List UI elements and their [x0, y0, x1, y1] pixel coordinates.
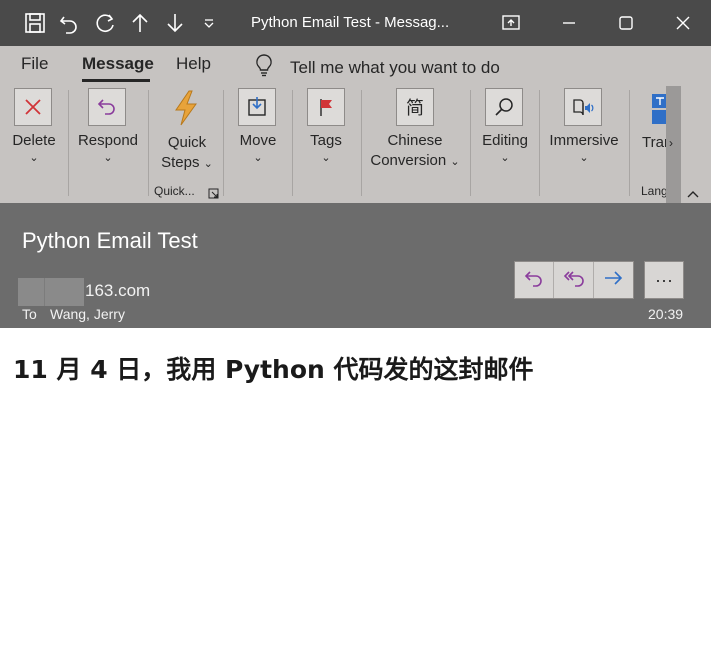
collapse-ribbon-icon[interactable]: [686, 186, 700, 204]
delete-label: Delete: [12, 132, 56, 149]
translate-label: Tran: [642, 134, 666, 151]
arrow-down-icon[interactable]: [162, 0, 188, 46]
lang-group-label: Lang: [641, 184, 668, 198]
search-icon: [485, 88, 523, 126]
chinese-conversion-label-2: Conversion: [370, 152, 447, 169]
respond-icon: [88, 88, 126, 126]
respond-label: Respond: [77, 132, 139, 149]
reply-icon: [523, 268, 545, 293]
window-title: Python Email Test - Messag...: [251, 14, 450, 31]
immersive-label: Immersive: [549, 132, 619, 149]
immersive-reader-icon: [564, 88, 602, 126]
ribbon-tabs: File Message Help Tell me what you want …: [0, 46, 711, 86]
ribbon-separator: [68, 90, 69, 196]
ribbon-separator: [223, 90, 224, 196]
tab-help[interactable]: Help: [176, 54, 211, 74]
message-action-group: [514, 261, 634, 299]
chevron-down-icon: ⌄: [450, 156, 460, 168]
ribbon-scroll-button[interactable]: ›: [666, 86, 681, 203]
move-button[interactable]: Move ⌄: [230, 86, 286, 176]
translate-icon: [652, 94, 666, 129]
recipient-name[interactable]: Wang, Jerry: [50, 306, 125, 322]
editing-label: Editing: [482, 132, 528, 149]
ribbon: Delete ⌄ Respond ⌄ Quick Steps ⌄ Quick..…: [0, 86, 711, 203]
quick-steps-label-1: Quick: [167, 134, 207, 151]
ribbon-separator: [470, 90, 471, 196]
chevron-right-icon: ›: [669, 136, 673, 150]
forward-button[interactable]: [594, 262, 633, 298]
more-actions-button[interactable]: ···: [644, 261, 684, 299]
customize-qat-icon[interactable]: [200, 0, 218, 46]
chinese-conversion-icon: 简: [396, 88, 434, 126]
message-time: 20:39: [648, 306, 684, 322]
more-icon: ···: [655, 269, 673, 290]
active-tab-indicator: [82, 79, 150, 82]
dialog-launcher-icon[interactable]: [208, 186, 219, 204]
quick-steps-button[interactable]: Quick Steps ⌄: [154, 86, 220, 180]
move-label: Move: [239, 132, 277, 149]
forward-icon: [602, 268, 624, 293]
save-icon[interactable]: [22, 0, 48, 46]
ribbon-separator: [361, 90, 362, 196]
tab-message[interactable]: Message: [82, 54, 154, 74]
chevron-down-icon: ⌄: [203, 158, 213, 170]
editing-button[interactable]: Editing ⌄: [476, 86, 534, 176]
quick-group-label: Quick...: [154, 184, 195, 198]
maximize-icon[interactable]: [603, 0, 649, 46]
ribbon-separator: [148, 90, 149, 196]
delete-icon: [14, 88, 52, 126]
undo-icon[interactable]: [56, 0, 82, 46]
chinese-conversion-label-1: Chinese: [387, 132, 443, 149]
translate-button[interactable]: Tran: [636, 86, 666, 176]
respond-button[interactable]: Respond ⌄: [74, 86, 142, 176]
flag-icon: [307, 88, 345, 126]
reply-button[interactable]: [515, 262, 555, 298]
tab-file[interactable]: File: [21, 54, 48, 74]
to-label: To: [22, 306, 37, 322]
title-bar: Python Email Test - Messag...: [0, 0, 711, 46]
minimize-icon[interactable]: [546, 0, 592, 46]
delete-button[interactable]: Delete ⌄: [4, 86, 64, 176]
lightbulb-icon: [254, 53, 274, 82]
reply-all-button[interactable]: [554, 262, 594, 298]
sender-redacted-divider: [44, 278, 45, 306]
message-subject: Python Email Test: [22, 228, 198, 253]
chevron-down-icon: ⌄: [579, 152, 589, 164]
ribbon-separator: [539, 90, 540, 196]
redo-icon[interactable]: [92, 0, 118, 46]
chevron-down-icon: ⌄: [500, 152, 510, 164]
arrow-up-icon[interactable]: [127, 0, 153, 46]
tell-me-search[interactable]: Tell me what you want to do: [254, 53, 500, 82]
ribbon-separator: [292, 90, 293, 196]
chevron-down-icon: ⌄: [103, 152, 113, 164]
chevron-down-icon: ⌄: [29, 152, 39, 164]
tell-me-label: Tell me what you want to do: [290, 57, 500, 77]
quick-steps-label-2: Steps: [161, 154, 200, 171]
chinese-conversion-button[interactable]: 简 Chinese Conversion ⌄: [366, 86, 464, 180]
lightning-icon: [170, 89, 202, 132]
chevron-down-icon: ⌄: [253, 152, 263, 164]
close-icon[interactable]: [660, 0, 706, 46]
tags-label: Tags: [310, 132, 342, 149]
popout-icon[interactable]: [488, 0, 534, 46]
ribbon-separator: [629, 90, 630, 196]
sender-redacted: [18, 278, 84, 306]
immersive-reader-button[interactable]: Immersive ⌄: [546, 86, 622, 176]
sender-address[interactable]: 163.com: [85, 281, 150, 301]
message-body: 11 月 4 日，我用 Python 代码发的这封邮件: [13, 355, 534, 384]
message-header: Python Email Test 163.com To Wang, Jerry…: [0, 203, 711, 328]
tags-button[interactable]: Tags ⌄: [298, 86, 354, 176]
reply-all-icon: [562, 268, 586, 293]
move-icon: [238, 88, 276, 126]
chevron-down-icon: ⌄: [321, 152, 331, 164]
